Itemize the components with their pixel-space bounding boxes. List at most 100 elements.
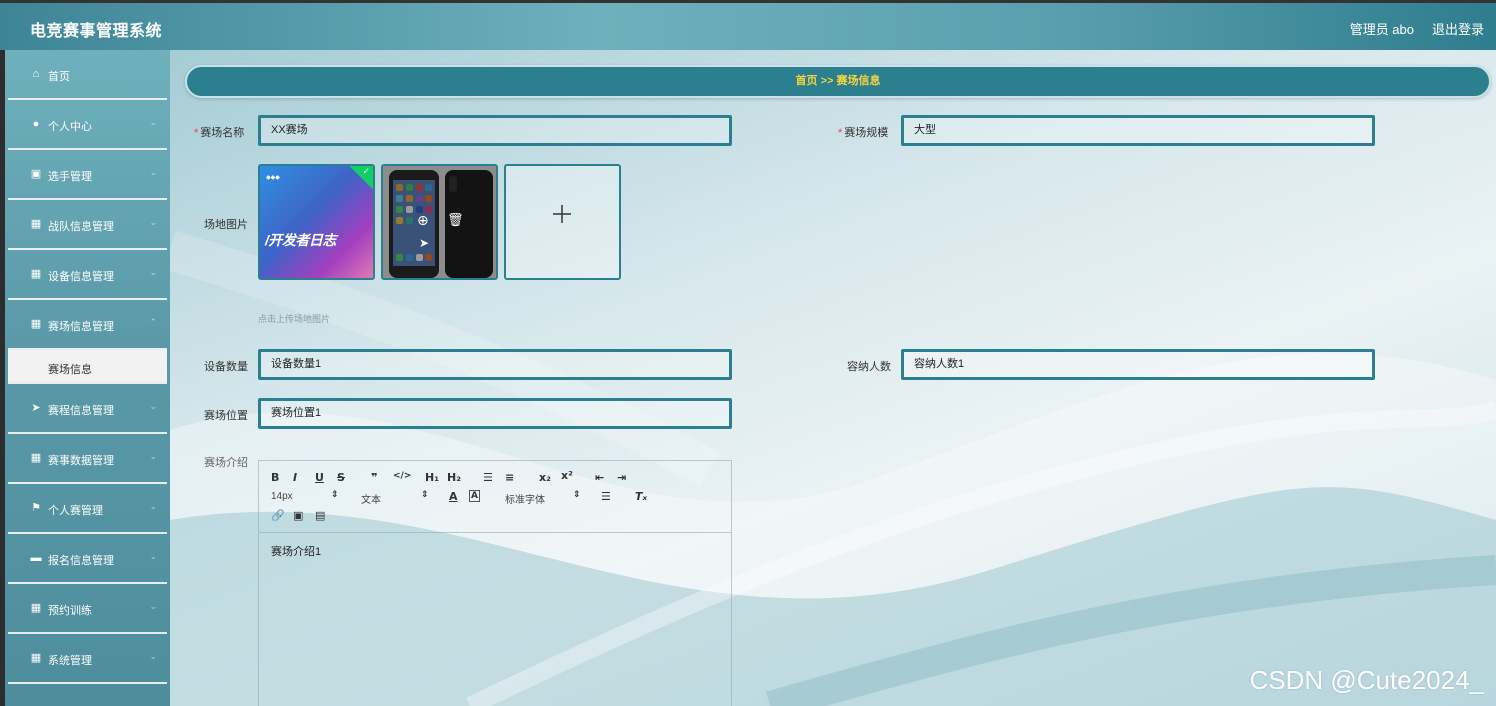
top-bar: 电竞赛事管理系统 管理员 abo 退出登录 xyxy=(0,0,1496,50)
equipment-count-label: 设备数量 xyxy=(204,361,248,373)
capacity-input[interactable]: 容纳人数1 xyxy=(901,349,1375,380)
breadcrumb-text: 首页 >> 赛场信息 xyxy=(795,75,881,87)
uploaded-image-thumbnail-hover[interactable]: ⊕ 🗑 ➤ xyxy=(381,164,498,280)
chevron-down-icon: ⌄ xyxy=(149,451,157,461)
italic-button[interactable]: I xyxy=(293,471,297,484)
venue-name-input[interactable]: XX赛场 xyxy=(258,115,732,146)
format-arrows-icon: ⇕ xyxy=(421,490,429,500)
chevron-down-icon: ⌄ xyxy=(149,401,157,411)
image-icon[interactable]: ▣ xyxy=(293,509,303,522)
indent-button[interactable]: ⇥ xyxy=(617,471,626,484)
current-user-label: 管理员 abo xyxy=(1349,22,1414,37)
thumbnail-caption: /开发者日志 xyxy=(265,232,336,248)
phone-photo-image xyxy=(383,166,496,278)
venue-name-label: * 赛场名称 xyxy=(194,124,244,140)
sidebar-item-home[interactable]: ⌂ 首页 xyxy=(8,50,167,100)
clipboard-icon: ▣ xyxy=(30,168,42,180)
game-logo-image: ◆◆◆ xyxy=(266,175,280,181)
venue-scale-input[interactable]: 大型 xyxy=(901,115,1375,146)
delete-icon[interactable]: 🗑 xyxy=(447,212,464,228)
cursor-pointer-icon: ➤ xyxy=(419,236,430,250)
grid-icon: ▦ xyxy=(30,318,42,330)
venue-name-label-text: 赛场名称 xyxy=(200,127,245,139)
grid-icon: ▦ xyxy=(30,268,42,280)
blockquote-button[interactable]: ❞ xyxy=(371,471,377,484)
superscript-button[interactable]: x² xyxy=(561,469,573,482)
home-icon: ⌂ xyxy=(32,68,40,80)
capacity-label: 容纳人数 xyxy=(847,361,891,373)
sidebar-item-label: 设备信息管理 xyxy=(48,271,114,283)
chevron-down-icon: ⌄ xyxy=(149,267,157,277)
video-icon[interactable]: ▤ xyxy=(315,509,325,522)
venue-image-label: 场地图片 xyxy=(204,219,248,231)
outdent-button[interactable]: ⇤ xyxy=(595,471,604,484)
font-size-select[interactable]: 14px xyxy=(271,491,293,502)
sidebar-item-label: 战队信息管理 xyxy=(48,221,114,233)
editor-content[interactable]: 赛场介绍1 xyxy=(259,533,731,569)
logout-link[interactable]: 退出登录 xyxy=(1432,19,1484,38)
app-title: 电竞赛事管理系统 xyxy=(30,23,163,40)
zoom-in-icon[interactable]: ⊕ xyxy=(417,212,429,229)
location-label: 赛场位置 xyxy=(204,410,248,422)
required-marker: * xyxy=(194,127,199,139)
link-icon[interactable]: 🔗 xyxy=(271,509,285,522)
sidebar-item-individual-match-management[interactable]: ⚑ 个人赛管理 ⌄ xyxy=(8,484,167,534)
chevron-down-icon: ⌄ xyxy=(149,501,157,511)
venue-scale-label: * 赛场规模 xyxy=(838,124,888,140)
underline-button[interactable]: U xyxy=(315,471,324,484)
code-block-button[interactable]: </> xyxy=(393,471,411,481)
plus-icon xyxy=(553,205,571,223)
font-size-arrows-icon: ⇕ xyxy=(331,490,339,500)
sidebar-item-match-data-management[interactable]: ▦ 赛事数据管理 ⌄ xyxy=(8,434,167,484)
sidebar-item-label: 预约训练 xyxy=(48,605,92,617)
equipment-count-input[interactable]: 设备数量1 xyxy=(258,349,732,380)
upload-image-button[interactable] xyxy=(504,164,621,280)
font-family-arrows-icon: ⇕ xyxy=(573,490,581,500)
flag-icon: ⚑ xyxy=(31,502,41,514)
ordered-list-button[interactable]: ☰ xyxy=(483,471,493,484)
uploaded-image-thumbnail[interactable]: ◆◆◆ /开发者日志 ✓ xyxy=(258,164,375,280)
editor-toolbar: B I U S ❞ </> H₁ H₂ ☰ ≡ x₂ x² ⇤ ⇥ 14px ⇕… xyxy=(259,461,731,533)
sidebar-item-registration-management[interactable]: ▬ 报名信息管理 ⌄ xyxy=(8,534,167,584)
sidebar-item-personal-center[interactable]: ● 个人中心 ⌄ xyxy=(8,100,167,150)
bold-button[interactable]: B xyxy=(271,471,279,484)
strikethrough-button[interactable]: S xyxy=(337,471,345,484)
chevron-down-icon: ⌄ xyxy=(149,551,157,561)
heading-1-button[interactable]: H₁ xyxy=(425,471,439,484)
check-icon: ✓ xyxy=(362,166,370,176)
required-marker: * xyxy=(838,127,843,139)
heading-2-button[interactable]: H₂ xyxy=(447,471,461,484)
format-select[interactable]: 文本 xyxy=(361,491,381,506)
sidebar-item-team-management[interactable]: ▦ 战队信息管理 ⌄ xyxy=(8,200,167,250)
bullet-list-button[interactable]: ≡ xyxy=(505,471,514,484)
sidebar-item-label: 赛事数据管理 xyxy=(48,455,114,467)
clear-format-button[interactable]: Tₓ xyxy=(635,490,647,503)
sidebar-item-system-management[interactable]: ▦ 系统管理 ⌄ xyxy=(8,634,167,684)
main-content: 首页 >> 赛场信息 * 赛场名称 XX赛场 * 赛场规模 大型 场地图片 ◆◆◆ … xyxy=(170,50,1496,706)
chevron-down-icon: ⌄ xyxy=(149,167,157,177)
sidebar-item-label: 选手管理 xyxy=(48,171,92,183)
sidebar-item-equipment-management[interactable]: ▦ 设备信息管理 ⌄ xyxy=(8,250,167,300)
sidebar-item-venue-management[interactable]: ▦ 赛场信息管理 ⌃ xyxy=(8,300,167,350)
sidebar-item-label: 个人赛管理 xyxy=(48,505,103,517)
font-family-select[interactable]: 标准字体 xyxy=(505,491,545,506)
location-input[interactable]: 赛场位置1 xyxy=(258,398,732,429)
rich-text-editor: B I U S ❞ </> H₁ H₂ ☰ ≡ x₂ x² ⇤ ⇥ 14px ⇕… xyxy=(258,460,732,706)
sidebar-item-label: 赛程信息管理 xyxy=(48,405,114,417)
subscript-button[interactable]: x₂ xyxy=(539,471,551,484)
sidebar-item-label: 赛场信息管理 xyxy=(48,321,114,333)
sidebar-item-training-booking[interactable]: ▦ 预约训练 ⌄ xyxy=(8,584,167,634)
chevron-down-icon: ⌄ xyxy=(149,651,157,661)
grid-icon: ▦ xyxy=(30,218,42,230)
chevron-down-icon: ⌄ xyxy=(149,217,157,227)
printer-icon: ▬ xyxy=(30,552,42,564)
align-button[interactable]: ☰ xyxy=(601,490,611,503)
font-color-button[interactable]: A xyxy=(449,490,458,503)
background-color-button[interactable]: A xyxy=(469,490,480,502)
sidebar-item-label: 个人中心 xyxy=(48,121,92,133)
sidebar-item-schedule-management[interactable]: ➤ 赛程信息管理 ⌄ xyxy=(8,384,167,434)
sidebar-subitem-venue-info[interactable]: 赛场信息 xyxy=(8,350,167,384)
sidebar-item-label: 系统管理 xyxy=(48,655,92,667)
sidebar-subitem-label: 赛场信息 xyxy=(48,364,92,376)
sidebar-item-player-management[interactable]: ▣ 选手管理 ⌄ xyxy=(8,150,167,200)
